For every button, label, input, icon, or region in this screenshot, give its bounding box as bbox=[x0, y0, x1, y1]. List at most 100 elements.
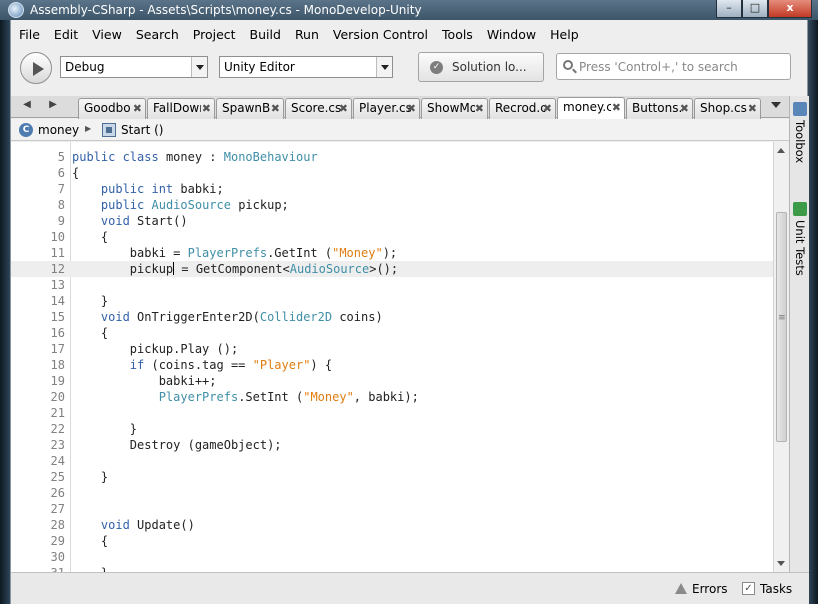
menu-search[interactable]: Search bbox=[136, 27, 179, 42]
toolbox-icon bbox=[793, 102, 807, 116]
code-text: pickup.Play (); bbox=[72, 341, 238, 357]
close-tab-icon[interactable]: ✖ bbox=[748, 99, 757, 118]
close-tab-icon[interactable]: ✖ bbox=[612, 98, 621, 117]
run-button[interactable] bbox=[20, 52, 52, 84]
tab-scroll-right-icon[interactable]: ▶ bbox=[45, 99, 61, 110]
code-line[interactable]: 7 public int babki; bbox=[11, 181, 773, 197]
menu-version-control[interactable]: Version Control bbox=[333, 27, 428, 42]
code-line[interactable]: 30 bbox=[11, 549, 773, 565]
code-line[interactable]: 31 } bbox=[11, 565, 773, 572]
menu-help[interactable]: Help bbox=[550, 27, 579, 42]
code-line[interactable]: 10 { bbox=[11, 229, 773, 245]
menu-tools[interactable]: Tools bbox=[442, 27, 473, 42]
search-box[interactable] bbox=[556, 53, 791, 80]
scroll-down-icon[interactable] bbox=[777, 561, 785, 566]
code-line[interactable]: 15 void OnTriggerEnter2D(Collider2D coin… bbox=[11, 309, 773, 325]
chevron-down-icon[interactable] bbox=[376, 57, 392, 77]
scroll-thumb[interactable] bbox=[776, 212, 787, 442]
window-titlebar[interactable]: Assembly-CSharp - Assets\Scripts\money.c… bbox=[0, 0, 818, 20]
play-icon bbox=[33, 62, 44, 76]
tab-player[interactable]: Player.cs ✖ bbox=[353, 98, 420, 119]
code-line[interactable]: 5 public class money : MonoBehaviour bbox=[11, 149, 773, 165]
code-area[interactable]: 5 public class money : MonoBehaviour 6{7 p… bbox=[11, 149, 773, 572]
code-token: ); bbox=[382, 246, 398, 260]
line-number: 25 bbox=[50, 470, 65, 484]
minimize-button[interactable]: – bbox=[716, 0, 742, 18]
tab-shop[interactable]: Shop.cs ✖ bbox=[694, 98, 761, 119]
code-line[interactable]: 16 { bbox=[11, 325, 773, 341]
code-line[interactable]: 29 { bbox=[11, 533, 773, 549]
errors-pad-button[interactable]: Errors bbox=[675, 582, 728, 596]
code-line[interactable]: 28 void Update() bbox=[11, 517, 773, 533]
code-line[interactable]: 8 public AudioSource pickup; bbox=[11, 197, 773, 213]
close-tab-icon[interactable]: ✖ bbox=[271, 99, 280, 118]
code-line[interactable]: 6{ bbox=[11, 165, 773, 181]
search-input[interactable] bbox=[579, 58, 784, 76]
chevron-down-icon[interactable] bbox=[191, 57, 207, 77]
type-token: Collider2D bbox=[259, 310, 333, 324]
tab-label: Player.cs bbox=[359, 101, 411, 115]
close-tab-icon[interactable]: ✖ bbox=[475, 99, 484, 118]
code-line[interactable]: 22 } bbox=[11, 421, 773, 437]
menu-file[interactable]: File bbox=[19, 27, 40, 42]
maximize-button[interactable]: □ bbox=[742, 0, 768, 18]
menu-build[interactable]: Build bbox=[250, 27, 281, 42]
code-line[interactable]: 27 bbox=[11, 501, 773, 517]
close-tab-icon[interactable]: ✖ bbox=[339, 99, 348, 118]
code-token: babki = bbox=[72, 246, 188, 260]
tab-falldown[interactable]: FallDowr ✖ bbox=[147, 98, 215, 119]
code-line[interactable]: 13 bbox=[11, 277, 773, 293]
code-line[interactable]: 9 void Start() bbox=[11, 213, 773, 229]
warning-icon bbox=[675, 583, 687, 594]
solution-status-button[interactable]: ✓ Solution lo... bbox=[418, 52, 544, 82]
tab-showmoney[interactable]: ShowMo ✖ bbox=[421, 98, 488, 119]
tasks-pad-button[interactable]: ✓ Tasks bbox=[742, 582, 792, 596]
tab-goodbye[interactable]: Goodbo ✖ bbox=[78, 98, 146, 119]
code-line[interactable]: 23 Destroy (gameObject); bbox=[11, 437, 773, 453]
code-line[interactable]: 26 bbox=[11, 485, 773, 501]
tab-list-dropdown-icon[interactable] bbox=[771, 102, 781, 108]
line-number: 17 bbox=[50, 342, 65, 356]
menu-project[interactable]: Project bbox=[193, 27, 236, 42]
breadcrumb-method[interactable]: Start () bbox=[121, 123, 164, 137]
unit-tests-pad[interactable]: Unit Tests bbox=[790, 200, 810, 290]
code-line[interactable]: 14 } bbox=[11, 293, 773, 309]
code-line[interactable]: 20 PlayerPrefs.SetInt ("Money", babki); bbox=[11, 389, 773, 405]
close-tab-icon[interactable]: ✖ bbox=[202, 99, 211, 118]
tab-money[interactable]: money.cs✖ bbox=[557, 97, 625, 119]
menu-window[interactable]: Window bbox=[487, 27, 536, 42]
window-controls: – □ x bbox=[716, 0, 812, 18]
code-line[interactable]: 12 pickup = GetComponent<AudioSource>(); bbox=[11, 261, 773, 277]
tab-recrod[interactable]: Recrod.c ✖ bbox=[489, 98, 556, 119]
run-target-select[interactable]: Unity Editor bbox=[219, 56, 393, 78]
code-line[interactable]: 11 babki = PlayerPrefs.GetInt ("Money"); bbox=[11, 245, 773, 261]
tab-label: Goodbo bbox=[84, 101, 130, 115]
line-number: 30 bbox=[50, 550, 65, 564]
close-tab-icon[interactable]: ✖ bbox=[407, 99, 416, 118]
breadcrumb-class[interactable]: money bbox=[38, 123, 79, 137]
toolbox-pad[interactable]: Toolbox bbox=[790, 100, 810, 190]
code-line[interactable]: 18 if (coins.tag == "Player") { bbox=[11, 357, 773, 373]
close-button[interactable]: x bbox=[768, 0, 812, 18]
code-line[interactable]: 21 bbox=[11, 405, 773, 421]
menu-edit[interactable]: Edit bbox=[54, 27, 78, 42]
code-line[interactable]: 19 babki++; bbox=[11, 373, 773, 389]
tab-score[interactable]: Score.cs ✖ bbox=[285, 98, 352, 119]
menu-view[interactable]: View bbox=[92, 27, 122, 42]
close-tab-icon[interactable]: ✖ bbox=[543, 99, 552, 118]
keyword-token: public int bbox=[100, 182, 174, 196]
code-line[interactable]: 25 } bbox=[11, 469, 773, 485]
tab-scroll-left-icon[interactable]: ◀ bbox=[19, 99, 35, 110]
code-editor[interactable]: 5 public class money : MonoBehaviour 6{7 p… bbox=[11, 142, 789, 572]
class-icon: C bbox=[19, 123, 33, 137]
code-line[interactable]: 24 bbox=[11, 453, 773, 469]
scroll-up-icon[interactable] bbox=[777, 148, 785, 153]
code-line[interactable]: 17 pickup.Play (); bbox=[11, 341, 773, 357]
configuration-select[interactable]: Debug bbox=[60, 56, 208, 78]
close-tab-icon[interactable]: ✖ bbox=[680, 99, 689, 118]
vertical-scrollbar[interactable] bbox=[773, 142, 789, 572]
close-tab-icon[interactable]: ✖ bbox=[133, 99, 142, 118]
menu-run[interactable]: Run bbox=[295, 27, 319, 42]
tab-spawn[interactable]: SpawnBc✖ bbox=[216, 98, 284, 119]
tab-buttons[interactable]: Buttons. ✖ bbox=[626, 98, 693, 119]
